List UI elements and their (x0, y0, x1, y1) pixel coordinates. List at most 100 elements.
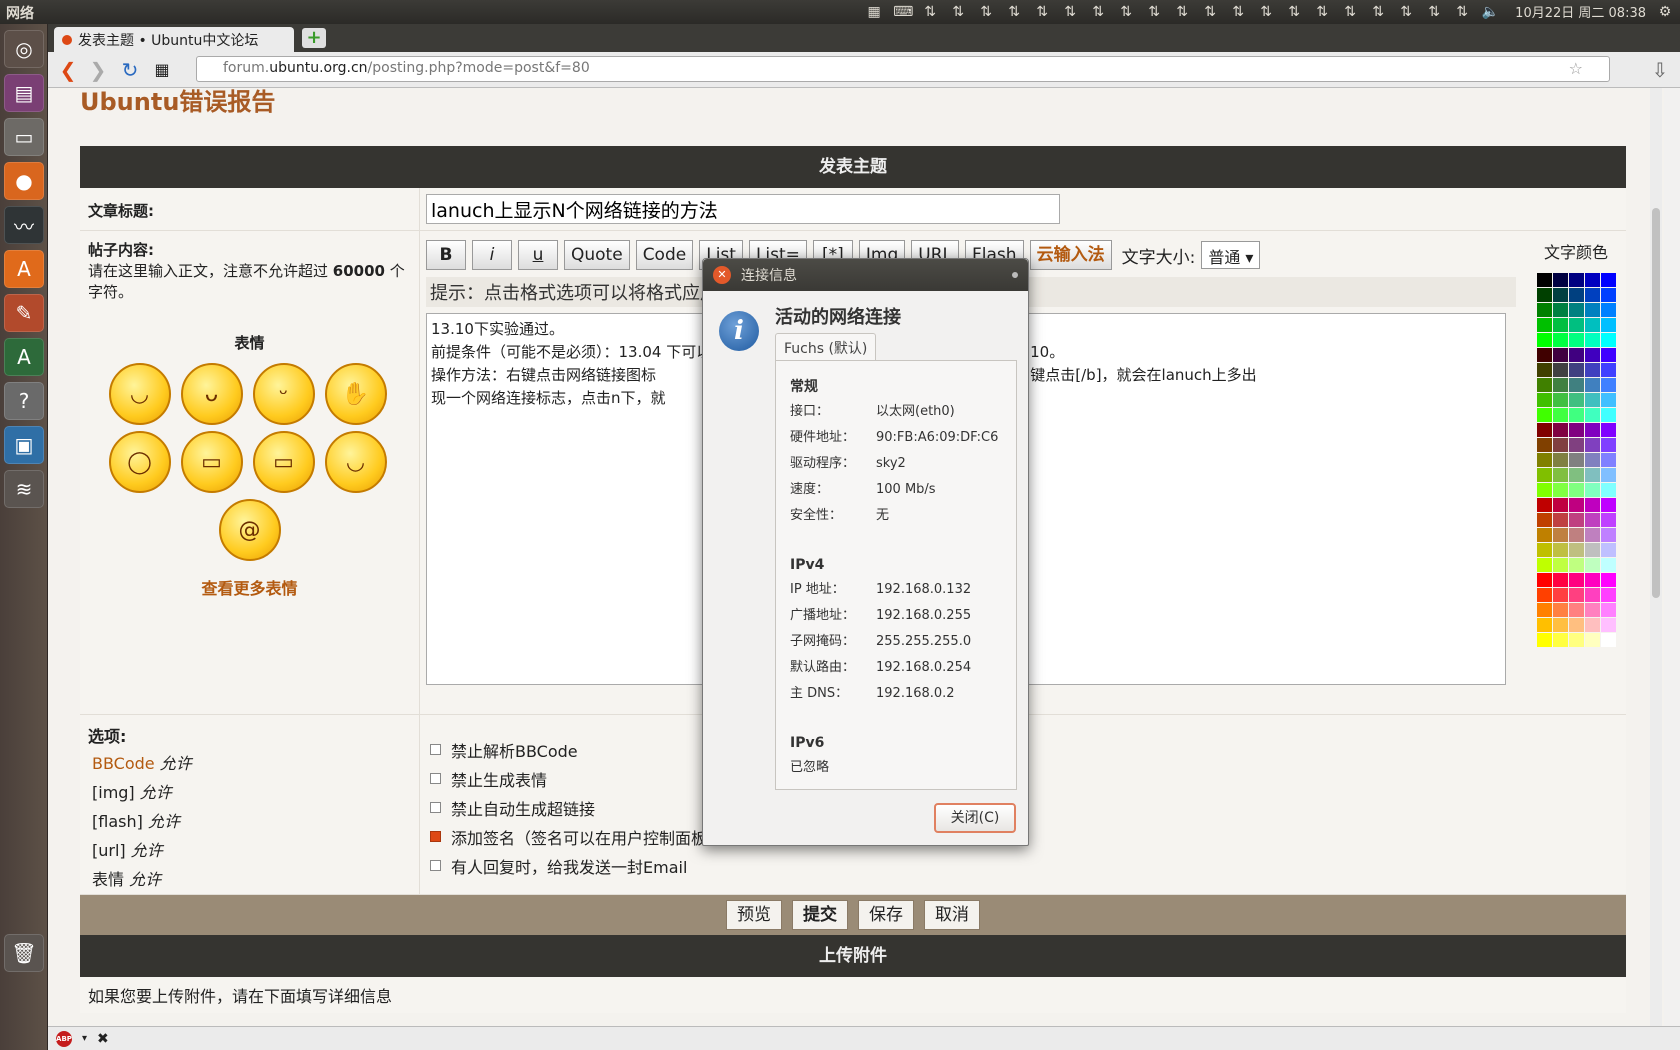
color-swatch[interactable] (1568, 423, 1584, 437)
color-swatch[interactable] (1584, 363, 1600, 377)
color-swatch[interactable] (1552, 303, 1568, 317)
color-swatch[interactable] (1584, 348, 1600, 362)
option-notify-email[interactable]: 有人回复时，给我发送一封Email (430, 851, 1616, 880)
cloud-ime-button[interactable]: 云输入法 (1029, 240, 1112, 270)
color-swatch[interactable] (1600, 438, 1616, 452)
tab-connection[interactable]: Fuchs (默认) (775, 333, 877, 361)
color-swatch[interactable] (1584, 273, 1600, 287)
color-swatch[interactable] (1536, 423, 1552, 437)
smiley-laugh-icon[interactable]: ◯ (108, 431, 171, 493)
color-swatch[interactable] (1536, 438, 1552, 452)
color-swatch[interactable] (1568, 378, 1584, 392)
page-scrollbar[interactable] (1650, 88, 1662, 1026)
color-swatch[interactable] (1568, 618, 1584, 632)
window-menu-icon[interactable] (1012, 272, 1018, 278)
color-swatch[interactable] (1536, 603, 1552, 617)
color-swatch[interactable] (1552, 513, 1568, 527)
system-monitor-alt-icon[interactable]: ▣ (4, 426, 44, 464)
color-swatch[interactable] (1536, 528, 1552, 542)
color-swatch[interactable] (1584, 423, 1600, 437)
workspace-icon[interactable]: ▤ (4, 74, 44, 112)
color-swatch[interactable] (1600, 423, 1616, 437)
network-activity-icon[interactable]: ⇅ (1089, 4, 1107, 20)
color-swatch[interactable] (1536, 333, 1552, 347)
network-activity-icon[interactable]: ⇅ (1033, 4, 1051, 20)
network-activity-icon[interactable]: ⇅ (1257, 4, 1275, 20)
color-swatch[interactable] (1584, 453, 1600, 467)
color-swatch[interactable] (1568, 408, 1584, 422)
more-smilies-link[interactable]: 查看更多表情 (88, 575, 411, 599)
color-swatch[interactable] (1600, 483, 1616, 497)
color-swatch[interactable] (1600, 558, 1616, 572)
color-swatch[interactable] (1568, 573, 1584, 587)
color-swatch[interactable] (1552, 543, 1568, 557)
files-icon[interactable]: ▭ (4, 118, 44, 156)
calendar-icon[interactable]: ▦ (865, 4, 883, 20)
color-swatch[interactable] (1600, 273, 1616, 287)
color-swatch[interactable] (1568, 288, 1584, 302)
color-swatch[interactable] (1600, 603, 1616, 617)
network-activity-icon[interactable]: ⇅ (1061, 4, 1079, 20)
network-activity-icon[interactable]: ⇅ (1453, 4, 1471, 20)
color-swatch[interactable] (1584, 393, 1600, 407)
forward-icon[interactable]: ❯ (86, 58, 110, 82)
color-swatch[interactable] (1568, 393, 1584, 407)
scrollbar-thumb[interactable] (1652, 208, 1660, 598)
color-swatch[interactable] (1536, 633, 1552, 647)
color-swatch[interactable] (1600, 528, 1616, 542)
network-activity-icon[interactable]: ⇅ (1285, 4, 1303, 20)
system-monitor-icon[interactable]: 〰 (4, 206, 44, 244)
checkbox[interactable] (430, 860, 441, 871)
bbcode-italic-button[interactable]: i (472, 240, 512, 270)
dash-home-icon[interactable]: ◎ (4, 30, 44, 68)
color-swatch[interactable] (1600, 618, 1616, 632)
color-swatch[interactable] (1536, 393, 1552, 407)
adblock-icon[interactable]: ABP (56, 1030, 72, 1047)
color-swatch[interactable] (1568, 438, 1584, 452)
color-swatch[interactable] (1536, 318, 1552, 332)
color-swatch[interactable] (1536, 273, 1552, 287)
color-swatch[interactable] (1568, 633, 1584, 647)
color-swatch[interactable] (1600, 393, 1616, 407)
close-button[interactable]: 关闭(C) (934, 803, 1016, 833)
color-swatch[interactable] (1568, 498, 1584, 512)
smiley-wink-icon[interactable]: ᵕ (252, 363, 315, 425)
color-swatch[interactable] (1584, 288, 1600, 302)
color-swatch[interactable] (1552, 393, 1568, 407)
color-swatch[interactable] (1552, 288, 1568, 302)
network-activity-icon[interactable]: ⇅ (1369, 4, 1387, 20)
help-icon[interactable]: ? (4, 382, 44, 420)
color-swatch[interactable] (1552, 423, 1568, 437)
network-activity-icon[interactable]: ⇅ (1145, 4, 1163, 20)
color-swatch[interactable] (1584, 633, 1600, 647)
smiley-sweat-icon[interactable]: ▭ (180, 431, 243, 493)
color-swatch[interactable] (1552, 363, 1568, 377)
color-swatch[interactable] (1600, 318, 1616, 332)
color-swatch[interactable] (1568, 513, 1584, 527)
color-swatch[interactable] (1568, 333, 1584, 347)
font-size-select[interactable]: 普通 ▾ (1201, 241, 1261, 269)
color-swatch[interactable] (1536, 573, 1552, 587)
color-swatch[interactable] (1568, 588, 1584, 602)
back-icon[interactable]: ❮ (56, 58, 80, 82)
color-swatch[interactable] (1600, 633, 1616, 647)
color-swatch[interactable] (1552, 333, 1568, 347)
smiley-smile-icon[interactable]: ◡ (108, 363, 171, 425)
smiley-tongue-icon[interactable]: ᴗ (180, 363, 243, 425)
color-swatch[interactable] (1552, 618, 1568, 632)
color-swatch[interactable] (1584, 483, 1600, 497)
color-swatch[interactable] (1552, 273, 1568, 287)
color-swatch[interactable] (1536, 588, 1552, 602)
color-swatch[interactable] (1536, 378, 1552, 392)
color-swatch[interactable] (1552, 498, 1568, 512)
color-swatch[interactable] (1536, 498, 1552, 512)
smiley-giggle-icon[interactable]: ✋ (324, 363, 387, 425)
smiley-thumbs-icon[interactable]: ◡ (324, 431, 387, 493)
color-swatch[interactable] (1568, 363, 1584, 377)
color-swatch[interactable] (1584, 438, 1600, 452)
gear-icon[interactable]: ⚙ (1656, 4, 1674, 20)
color-swatch[interactable] (1600, 333, 1616, 347)
network-activity-icon[interactable]: ⇅ (1201, 4, 1219, 20)
color-swatch[interactable] (1584, 528, 1600, 542)
close-icon[interactable]: ✖ (97, 1031, 109, 1047)
